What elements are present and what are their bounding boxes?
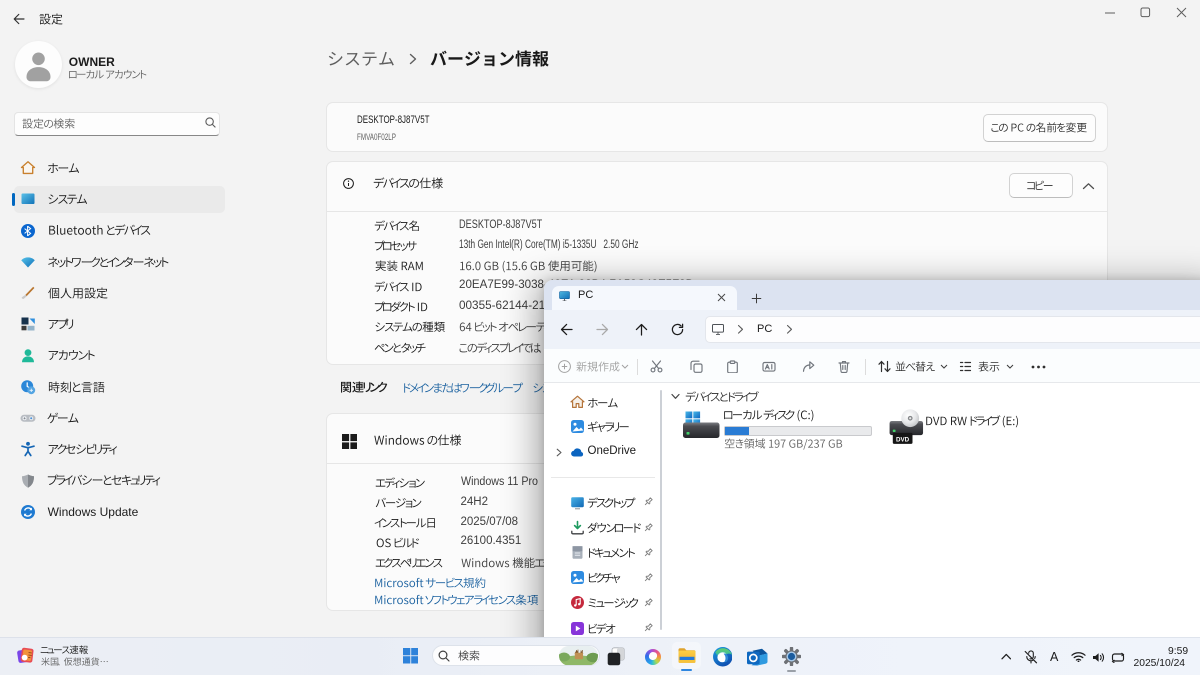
svg-text:DVD: DVD bbox=[896, 436, 910, 443]
